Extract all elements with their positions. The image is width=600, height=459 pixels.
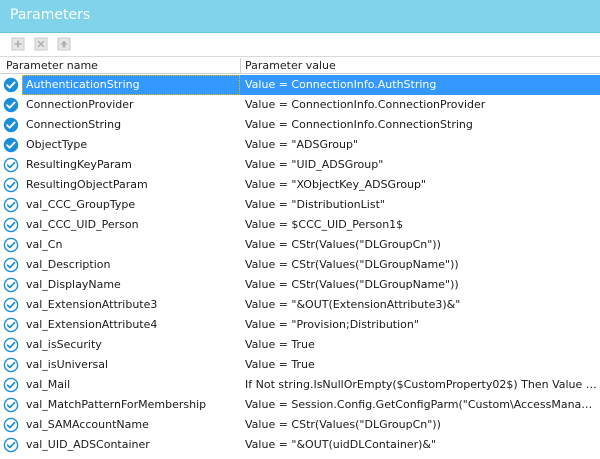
outline-check-icon <box>3 377 19 393</box>
table-row[interactable]: ConnectionString Value = ConnectionInfo.C… <box>0 115 600 135</box>
parameter-name[interactable]: val_Mail <box>26 375 70 395</box>
add-button[interactable] <box>10 36 26 52</box>
parameter-value[interactable]: Value = "Provision;Distribution" <box>245 315 597 335</box>
parameter-name[interactable]: ConnectionProvider <box>26 95 134 115</box>
parameter-name[interactable]: val_isUniversal <box>26 355 108 375</box>
outline-check-icon <box>3 317 19 333</box>
outline-check-icon <box>3 357 19 373</box>
table-row[interactable]: val_Mail If Not string.IsNullOrEmpty($Cus… <box>0 375 600 395</box>
add-icon <box>11 37 25 51</box>
parameter-value[interactable]: Value = CStr(Values("DLGroupName")) <box>245 275 597 295</box>
grid-header: Parameter name Parameter value <box>0 56 600 74</box>
parameter-value[interactable]: Value = "&OUT(ExtensionAttribute3)&" <box>245 295 597 315</box>
outline-check-icon <box>3 217 19 233</box>
filled-check-icon <box>3 137 19 153</box>
table-row[interactable]: ObjectType Value = "ADSGroup" <box>0 135 600 155</box>
parameter-value[interactable]: Value = CStr(Values("DLGroupName")) <box>245 255 597 275</box>
outline-check-icon <box>3 397 19 413</box>
filled-check-icon <box>3 77 19 93</box>
parameter-value[interactable]: Value = True <box>245 355 597 375</box>
table-row[interactable]: val_Description Value = CStr(Values("DLGr… <box>0 255 600 275</box>
parameters-grid: Parameter name Parameter value Authentic… <box>0 56 600 459</box>
parameter-value[interactable]: Value = Session.Config.GetConfigParm("Cu… <box>245 395 597 415</box>
table-row[interactable]: val_UID_ADSContainer Value = "&OUT(uidDLC… <box>0 435 600 455</box>
table-row[interactable]: val_MatchPatternForMembership Value = Ses… <box>0 395 600 415</box>
column-header-value[interactable]: Parameter value <box>245 57 336 74</box>
table-row[interactable]: val_Cn Value = CStr(Values("DLGroupCn")) <box>0 235 600 255</box>
parameter-value[interactable]: Value = ConnectionInfo.AuthString <box>245 75 597 95</box>
parameter-name[interactable]: val_MatchPatternForMembership <box>26 395 206 415</box>
parameter-name[interactable]: val_CCC_UID_Person <box>26 215 139 235</box>
outline-check-icon <box>3 337 19 353</box>
filled-check-icon <box>3 117 19 133</box>
parameter-value[interactable]: Value = "&OUT(uidDLContainer)&" <box>245 435 597 455</box>
delete-icon <box>34 37 48 51</box>
parameter-name[interactable]: val_DisplayName <box>26 275 121 295</box>
table-row[interactable]: val_isUniversal Value = True <box>0 355 600 375</box>
table-row[interactable]: val_ExtensionAttribute4 Value = "Provisio… <box>0 315 600 335</box>
parameter-name[interactable]: val_UID_ADSContainer <box>26 435 150 455</box>
delete-button[interactable] <box>33 36 49 52</box>
table-row[interactable]: val_ExtensionAttribute3 Value = "&OUT(Ext… <box>0 295 600 315</box>
window-title: Parameters <box>10 7 91 23</box>
outline-check-icon <box>3 437 19 453</box>
parameter-name[interactable]: ResultingKeyParam <box>26 155 132 175</box>
table-row[interactable]: val_CCC_GroupType Value = "DistributionLi… <box>0 195 600 215</box>
column-divider[interactable] <box>240 58 241 73</box>
grid-rows: AuthenticationString Value = ConnectionIn… <box>0 75 600 455</box>
outline-check-icon <box>3 177 19 193</box>
parameter-value[interactable]: Value = "DistributionList" <box>245 195 597 215</box>
filled-check-icon <box>3 97 19 113</box>
move-up-icon <box>57 37 71 51</box>
parameter-name[interactable]: val_CCC_GroupType <box>26 195 135 215</box>
outline-check-icon <box>3 237 19 253</box>
table-row[interactable]: val_CCC_UID_Person Value = $CCC_UID_Perso… <box>0 215 600 235</box>
outline-check-icon <box>3 197 19 213</box>
parameter-name[interactable]: ResultingObjectParam <box>26 175 148 195</box>
parameter-value[interactable]: Value = True <box>245 335 597 355</box>
parameter-name[interactable]: ConnectionString <box>26 115 121 135</box>
parameter-name[interactable]: val_ExtensionAttribute3 <box>26 295 157 315</box>
title-bar: Parameters <box>0 0 600 33</box>
table-row[interactable]: ResultingKeyParam Value = "UID_ADSGroup" <box>0 155 600 175</box>
parameter-value[interactable]: Value = $CCC_UID_Person1$ <box>245 215 597 235</box>
parameter-value[interactable]: Value = "UID_ADSGroup" <box>245 155 597 175</box>
parameter-value[interactable]: Value = ConnectionInfo.ConnectionProvide… <box>245 95 597 115</box>
table-row[interactable]: ConnectionProvider Value = ConnectionInfo… <box>0 95 600 115</box>
table-row[interactable]: ResultingObjectParam Value = "XObjectKey_… <box>0 175 600 195</box>
parameter-name[interactable]: val_SAMAccountName <box>26 415 149 435</box>
toolbar <box>0 33 600 55</box>
parameter-value[interactable]: Value = CStr(Values("DLGroupCn")) <box>245 415 597 435</box>
outline-check-icon <box>3 277 19 293</box>
parameter-value[interactable]: If Not string.IsNullOrEmpty($CustomPrope… <box>245 375 597 395</box>
parameter-name[interactable]: val_ExtensionAttribute4 <box>26 315 157 335</box>
parameter-value[interactable]: Value = "XObjectKey_ADSGroup" <box>245 175 597 195</box>
column-header-name[interactable]: Parameter name <box>6 57 98 74</box>
parameter-name[interactable]: AuthenticationString <box>22 75 240 95</box>
table-row[interactable]: val_SAMAccountName Value = CStr(Values("D… <box>0 415 600 435</box>
outline-check-icon <box>3 417 19 433</box>
table-row[interactable]: AuthenticationString Value = ConnectionIn… <box>0 75 600 95</box>
outline-check-icon <box>3 257 19 273</box>
parameter-value[interactable]: Value = ConnectionInfo.ConnectionString <box>245 115 597 135</box>
parameter-name[interactable]: val_isSecurity <box>26 335 102 355</box>
table-row[interactable]: val_isSecurity Value = True <box>0 335 600 355</box>
table-row[interactable]: val_DisplayName Value = CStr(Values("DLGr… <box>0 275 600 295</box>
move-up-button[interactable] <box>56 36 72 52</box>
outline-check-icon <box>3 157 19 173</box>
parameter-name[interactable]: val_Description <box>26 255 110 275</box>
parameter-value[interactable]: Value = CStr(Values("DLGroupCn")) <box>245 235 597 255</box>
parameter-value[interactable]: Value = "ADSGroup" <box>245 135 597 155</box>
parameter-name[interactable]: val_Cn <box>26 235 62 255</box>
outline-check-icon <box>3 297 19 313</box>
parameter-name[interactable]: ObjectType <box>26 135 87 155</box>
